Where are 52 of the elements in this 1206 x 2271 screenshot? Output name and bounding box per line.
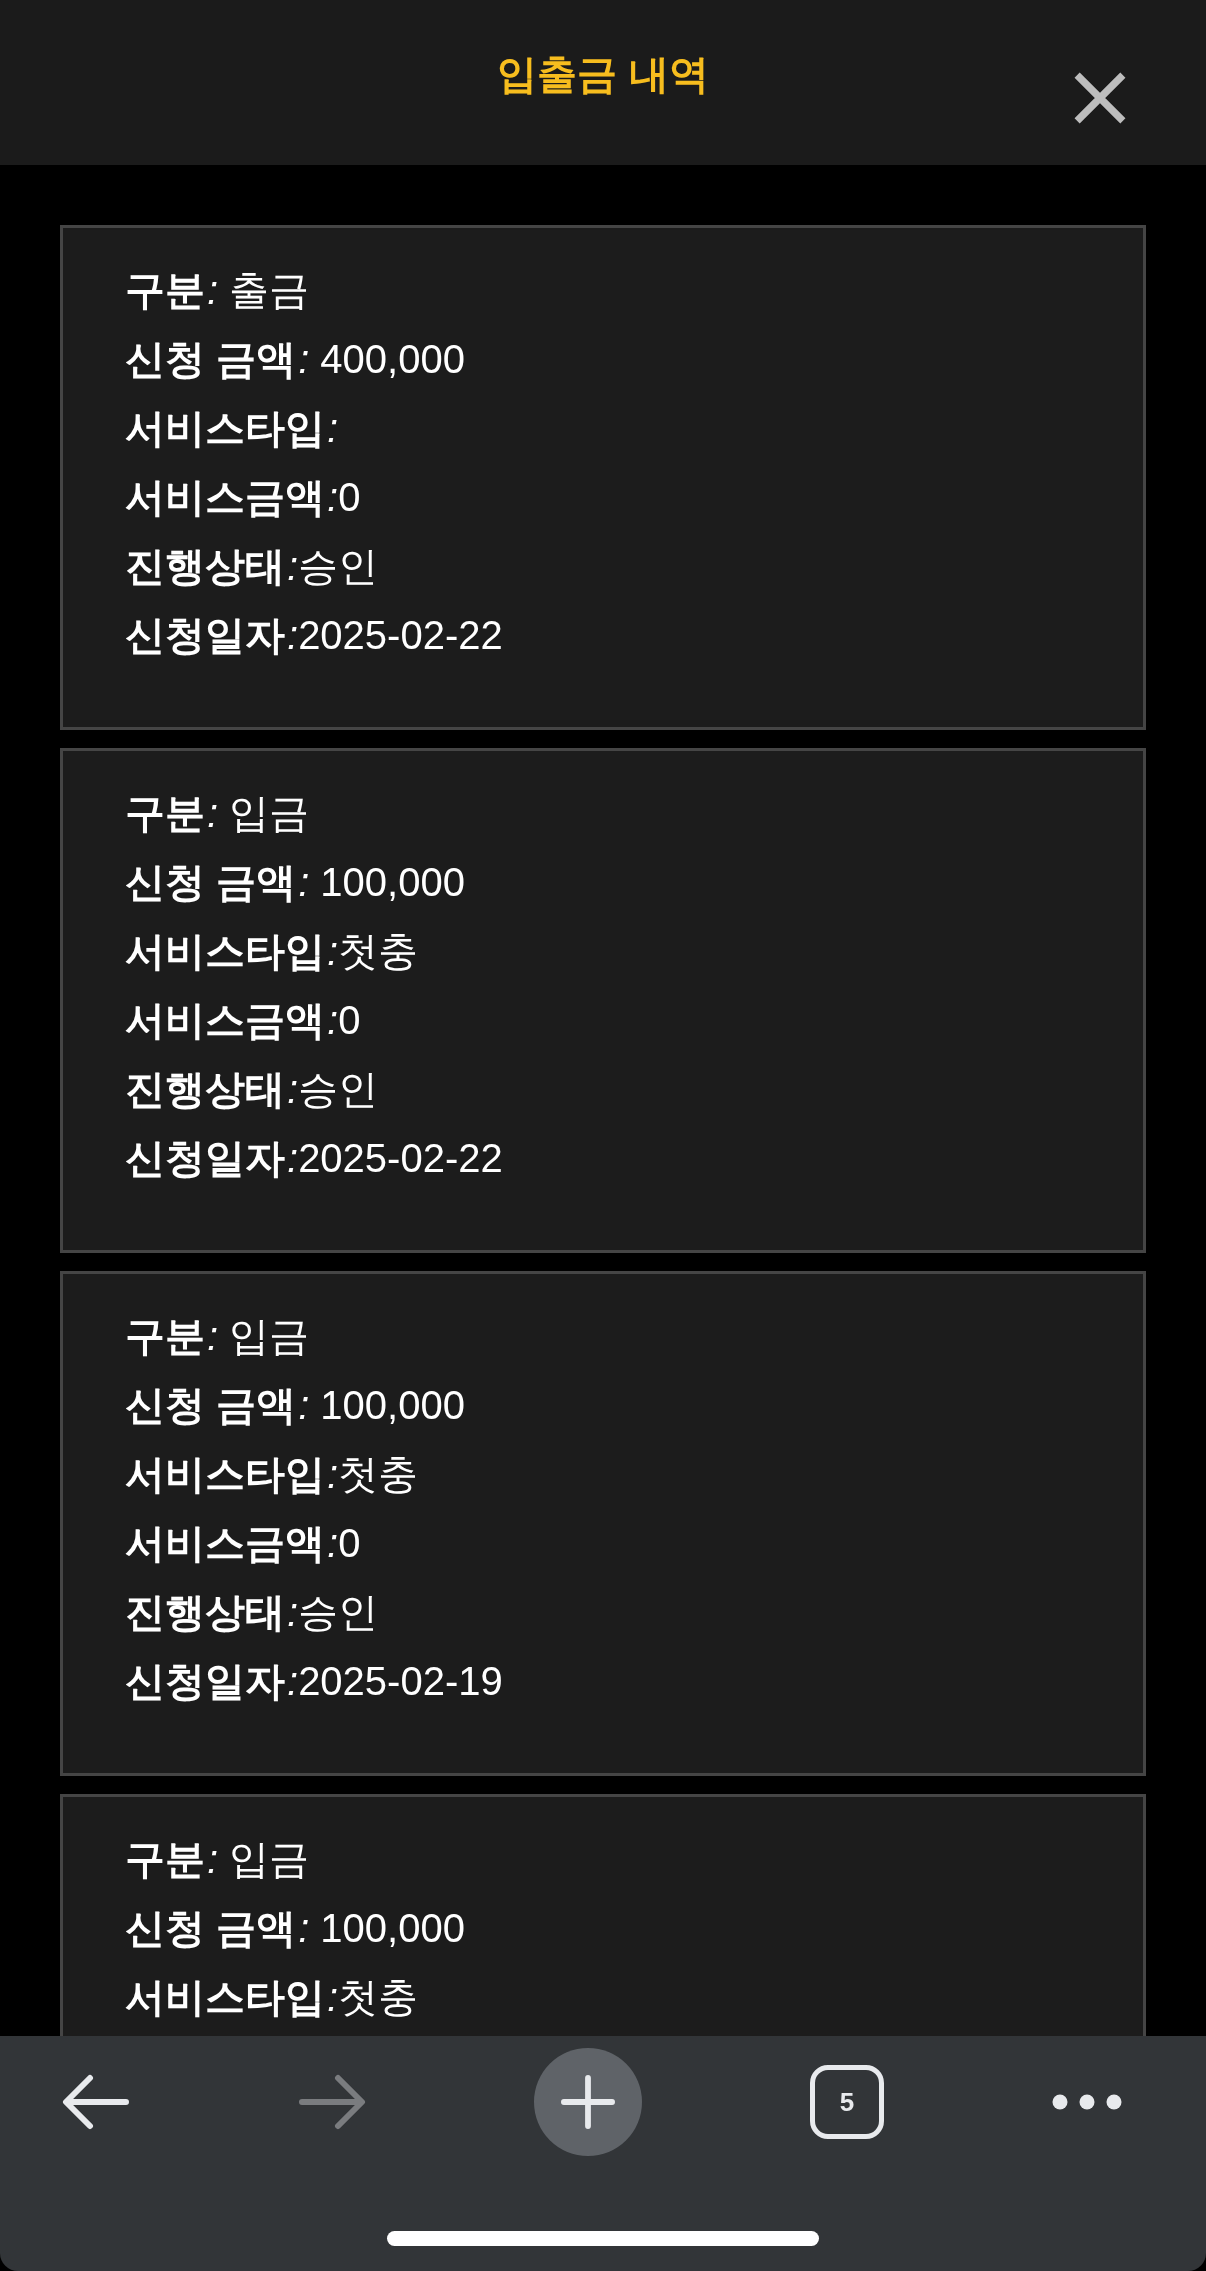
page-title: 입출금 내역 (497, 51, 709, 98)
field-value: : (326, 406, 339, 451)
back-button[interactable] (62, 2074, 130, 2130)
more-button[interactable] (1052, 2094, 1122, 2110)
field-label: 신청 금액 (125, 1905, 297, 1952)
field-value: :승인 (286, 1589, 379, 1636)
field-value: :승인 (286, 543, 379, 590)
more-dots-icon (1052, 2094, 1122, 2110)
field-label: 서비스타입 (125, 1974, 325, 2021)
field-label: 구분 (125, 1836, 205, 1883)
field-value: : 출금 (206, 267, 310, 314)
field-label: 서비스금액 (125, 474, 325, 521)
field-value: :0 (326, 475, 361, 520)
field-label: 진행상태 (125, 1589, 285, 1636)
field-label: 신청 금액 (125, 1382, 297, 1429)
tab-count-button[interactable]: 5 (810, 2065, 884, 2139)
field-value: :승인 (286, 1066, 379, 1113)
field-value: :2025-02-19 (286, 1659, 503, 1704)
field-value: :첫충 (326, 928, 419, 975)
field-label: 진행상태 (125, 543, 285, 590)
field-label: 구분 (125, 1313, 205, 1360)
field-value: : 400,000 (297, 337, 465, 382)
field-value: : 100,000 (297, 1906, 465, 1951)
plus-icon (561, 2075, 615, 2129)
field-label: 서비스금액 (125, 997, 325, 1044)
field-label: 구분 (125, 267, 205, 314)
field-label: 서비스타입 (125, 405, 325, 452)
field-label: 신청일자 (125, 1135, 285, 1182)
field-label: 진행상태 (125, 1066, 285, 1113)
field-value: :2025-02-22 (286, 613, 503, 658)
field-value: : 입금 (206, 1836, 310, 1883)
field-label: 서비스금액 (125, 1520, 325, 1567)
field-value: :0 (326, 998, 361, 1043)
right-arrow-icon (298, 2074, 366, 2130)
field-label: 신청일자 (125, 1658, 285, 1705)
field-value: : 입금 (206, 1313, 310, 1360)
field-value: :첫충 (326, 1974, 419, 2021)
field-value: :2025-02-22 (286, 1136, 503, 1181)
close-button[interactable] (1074, 72, 1126, 124)
field-label: 서비스타입 (125, 1451, 325, 1498)
left-arrow-icon (62, 2074, 130, 2130)
field-label: 신청 금액 (125, 859, 297, 906)
field-label: 신청 금액 (125, 336, 297, 383)
field-label: 구분 (125, 790, 205, 837)
field-value: : 100,000 (297, 860, 465, 905)
field-label: 신청일자 (125, 612, 285, 659)
close-icon (1074, 72, 1126, 124)
field-value: : 100,000 (297, 1383, 465, 1428)
field-value: :0 (326, 1521, 361, 1566)
field-value: : 입금 (206, 790, 310, 837)
field-value: :첫충 (326, 1451, 419, 1498)
field-label: 서비스타입 (125, 928, 325, 975)
